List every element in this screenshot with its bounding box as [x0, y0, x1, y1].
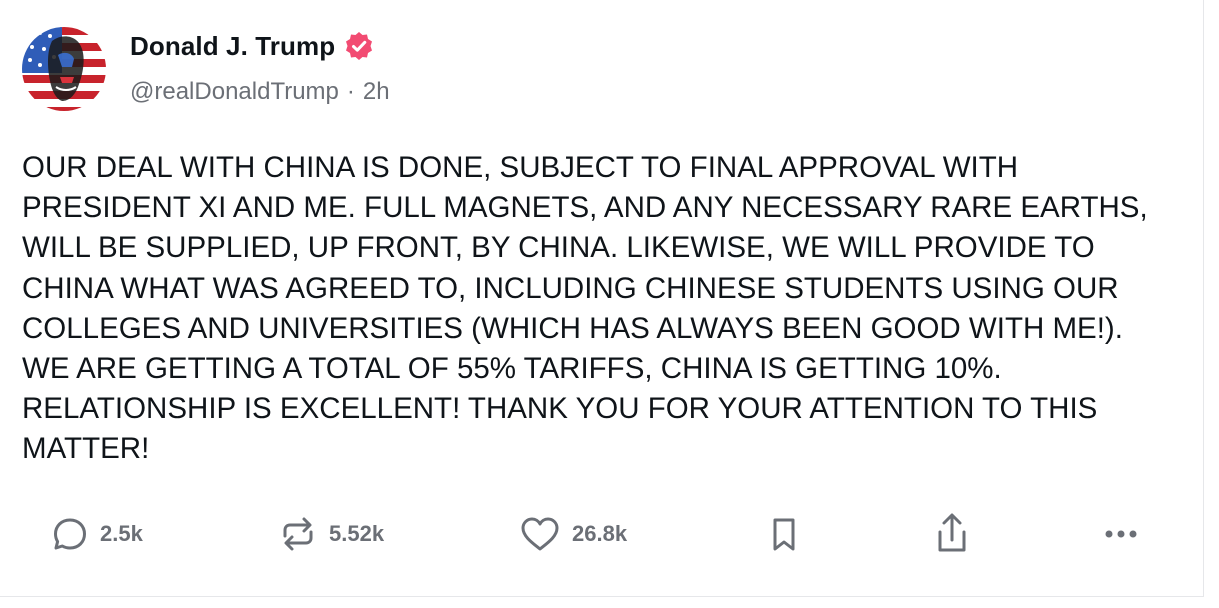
- reply-count: 2.5k: [100, 521, 143, 546]
- share-icon: [932, 512, 972, 556]
- author-name-row: Donald J. Trump: [130, 28, 375, 64]
- like-button[interactable]: 26.8k: [518, 512, 627, 556]
- author-display-name[interactable]: Donald J. Trump: [130, 31, 335, 62]
- like-count: 26.8k: [572, 521, 628, 546]
- heart-icon: [518, 514, 562, 554]
- reply-button[interactable]: 2.5k: [50, 512, 143, 556]
- post-body-text: OUR DEAL WITH CHINA IS DONE, SUBJECT TO …: [22, 151, 1148, 466]
- bookmark-icon: [766, 514, 802, 554]
- avatar[interactable]: [22, 27, 106, 111]
- meta-separator: ·: [346, 78, 355, 105]
- post-actions-bar: 2.5k 5.52k 26.8k: [0, 512, 1204, 556]
- repost-button[interactable]: 5.52k: [277, 512, 384, 556]
- repost-icon: [277, 514, 319, 554]
- more-icon: [1100, 514, 1142, 554]
- reply-icon: [50, 514, 90, 554]
- verified-badge-icon: [343, 30, 375, 62]
- repost-count: 5.52k: [329, 521, 385, 546]
- post-card: Donald J. Trump @realDonaldTrump · 2h OU…: [0, 0, 1204, 597]
- share-button[interactable]: [932, 512, 972, 556]
- more-options-button[interactable]: [1100, 512, 1142, 556]
- post-timestamp[interactable]: 2h: [363, 78, 390, 106]
- author-handle[interactable]: @realDonaldTrump: [130, 78, 339, 106]
- avatar-image: [22, 27, 106, 111]
- author-meta-row: @realDonaldTrump · 2h: [130, 78, 390, 106]
- bookmark-button[interactable]: [766, 512, 802, 556]
